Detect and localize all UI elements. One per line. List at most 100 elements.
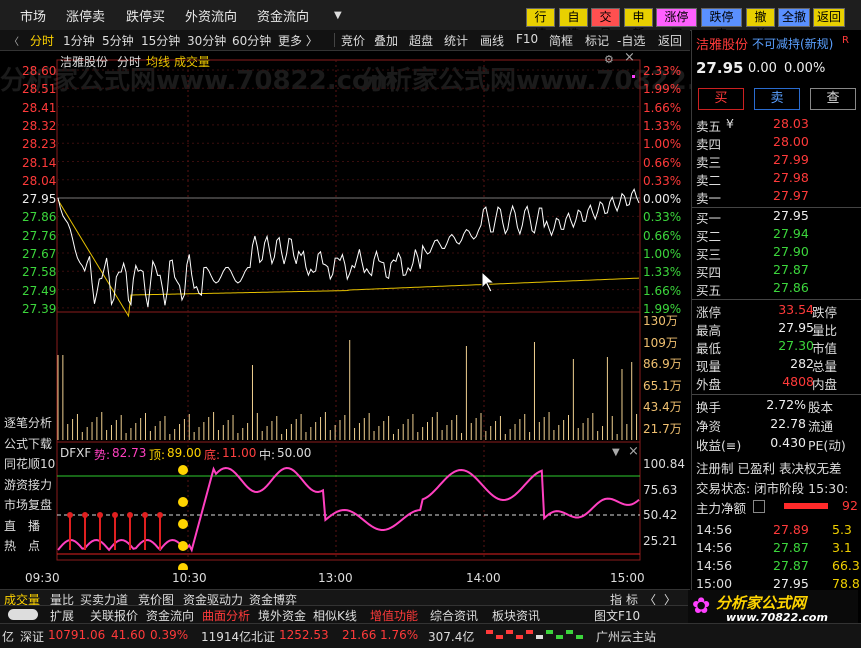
chevron-left-icon[interactable]: 〈	[9, 33, 19, 48]
tool-back[interactable]: 返回	[658, 32, 682, 49]
tab-60min[interactable]: 60分钟	[232, 32, 271, 49]
side-link-2[interactable]: 同花顺10	[4, 455, 55, 472]
tool-auction[interactable]: 竞价	[341, 32, 365, 49]
sell-level-3[interactable]: 卖三 27.99	[696, 152, 860, 170]
tick-volume: 66.3	[832, 558, 860, 573]
sell-level-4[interactable]: 卖四 28.00	[696, 134, 860, 152]
tab-timeshare[interactable]: 分时	[30, 32, 54, 49]
side-link-0[interactable]: 逐笔分析	[4, 414, 52, 431]
menu-limit-up-sell[interactable]: 涨停卖	[66, 6, 105, 25]
level-price: 27.86	[773, 280, 809, 295]
stat-label: 市值	[812, 341, 838, 356]
menu-capital-flow[interactable]: 资金流向	[257, 6, 309, 25]
tool-overlay[interactable]: 叠加	[374, 32, 398, 49]
level-price: 28.00	[773, 134, 809, 149]
main-flow-row[interactable]: 主力净额 92	[696, 498, 860, 516]
sz-label[interactable]: 深证	[20, 628, 44, 645]
dropdown-icon[interactable]: ▼	[334, 10, 342, 21]
buy-button[interactable]: 买	[698, 88, 744, 110]
query-button[interactable]: 查	[810, 88, 856, 110]
close-icon[interactable]: ×	[628, 444, 639, 459]
stat-value: 0.430	[770, 435, 806, 450]
menu-limit-down-buy[interactable]: 跌停买	[126, 6, 165, 25]
info-tab-4[interactable]: 境外资金	[258, 607, 306, 624]
tab-more[interactable]: 更多 〉	[278, 32, 318, 49]
breadth-bar	[496, 635, 503, 639]
tab-30min[interactable]: 30分钟	[187, 32, 226, 49]
stat-value: 27.30	[778, 338, 814, 353]
info-tab-7[interactable]: 综合资讯	[430, 607, 478, 624]
info-tab-2[interactable]: 资金流向	[146, 607, 194, 624]
tool-mark[interactable]: 标记	[585, 32, 609, 49]
sell-level-5[interactable]: 卖五 28.03 ¥	[696, 116, 860, 134]
tab-15min[interactable]: 15分钟	[141, 32, 180, 49]
info-tab-3[interactable]: 曲面分析	[202, 607, 250, 624]
close-icon[interactable]: ×	[624, 50, 635, 65]
sz-amount: 11914亿	[201, 630, 252, 644]
bz-label[interactable]: 北证	[251, 628, 275, 645]
side-link-3[interactable]: 游资接力	[4, 476, 52, 493]
tool-super[interactable]: 超盘	[409, 32, 433, 49]
quick-button-7[interactable]: 全撤	[778, 8, 810, 27]
status-bar: 亿 深证 10791.06 41.60 0.39% 11914亿 北证 1252…	[0, 623, 861, 648]
side-link-1[interactable]: 公式下载	[4, 435, 52, 452]
expand-icon[interactable]	[753, 500, 765, 513]
level-price: 27.95	[773, 208, 809, 223]
menu-market[interactable]: 市场	[20, 6, 46, 25]
chevron-down-icon[interactable]: ▼	[612, 447, 620, 458]
tool-draw[interactable]: 画线	[480, 32, 504, 49]
tool-stats[interactable]: 统计	[444, 32, 468, 49]
info-tab-6[interactable]: 增值功能	[370, 607, 418, 624]
menu-foreign-flow[interactable]: 外资流向	[185, 6, 237, 25]
flower-icon: ✿	[692, 594, 711, 619]
buy-level-4[interactable]: 买四 27.87	[696, 262, 860, 280]
indicator-mid-label: 中:	[259, 448, 276, 462]
tool-self-select[interactable]: -自选	[617, 32, 645, 49]
info-tab-1[interactable]: 关联报价	[90, 607, 138, 624]
buy-level-2[interactable]: 买二 27.94	[696, 226, 860, 244]
status-unit: 亿	[2, 630, 15, 644]
stat-label: 量比	[812, 323, 838, 338]
buy-level-3[interactable]: 买三 27.90	[696, 244, 860, 262]
info-tab-5[interactable]: 相似K线	[313, 607, 357, 624]
sell-level-2[interactable]: 卖二 27.98	[696, 170, 860, 188]
breadth-bar	[566, 630, 573, 634]
quick-button-5[interactable]: 跌停卖	[701, 8, 742, 41]
tick-time: 15:00	[696, 576, 733, 591]
f10-button[interactable]: 图文F10	[594, 607, 640, 624]
buy-level-1[interactable]: 买一 27.95	[696, 208, 860, 226]
tool-simple-frame[interactable]: 简框	[549, 32, 573, 49]
side-link-5[interactable]: 直 播	[4, 517, 40, 534]
price-tick: 28.04	[22, 173, 57, 188]
indicator-name[interactable]: DFXF	[60, 446, 91, 460]
info-tab-8[interactable]: 板块资讯	[492, 607, 540, 624]
info-tab-0[interactable]: 扩展	[50, 607, 74, 624]
stat-label: 现量	[696, 359, 722, 374]
intraday-chart[interactable]: 洁雅股份 分时 均线 成交量 ⚙ × 28.60 28.51 28.41 28.32 2…	[0, 50, 690, 585]
quick-button-6[interactable]: 撤单	[746, 8, 775, 41]
side-link-4[interactable]: 市场复盘	[4, 496, 52, 513]
quick-button-3[interactable]: 申新	[624, 8, 653, 41]
tool-f10[interactable]: F10	[516, 32, 538, 46]
signal-dot	[178, 541, 188, 551]
quick-button-4[interactable]: 涨停买	[656, 8, 697, 41]
tick-volume: 5.3	[832, 522, 852, 537]
buy-level-5[interactable]: 买五 27.86	[696, 280, 860, 298]
sell-level-1[interactable]: 卖一 27.97	[696, 188, 860, 206]
quick-button-1[interactable]: 自选	[559, 8, 588, 41]
quick-button-2[interactable]: 交易	[591, 8, 620, 41]
side-link-6[interactable]: 热 点	[4, 537, 40, 554]
volume-tick: 130万	[643, 314, 678, 328]
tab-5min[interactable]: 5分钟	[102, 32, 134, 49]
sell-button[interactable]: 卖	[754, 88, 800, 110]
bz-value: 1252.53	[279, 628, 329, 642]
tick-price: 27.87	[773, 540, 809, 555]
settings-icon[interactable]: ⚙	[604, 53, 614, 66]
news-ticker[interactable]: 广州云主站	[596, 628, 656, 645]
price-tick: 28.60	[22, 64, 57, 78]
toggle-switch[interactable]	[8, 609, 38, 620]
quick-button-0[interactable]: 行情	[526, 8, 555, 41]
quick-button-8[interactable]: 返回	[813, 8, 845, 27]
tab-1min[interactable]: 1分钟	[63, 32, 95, 49]
divider	[692, 299, 861, 300]
